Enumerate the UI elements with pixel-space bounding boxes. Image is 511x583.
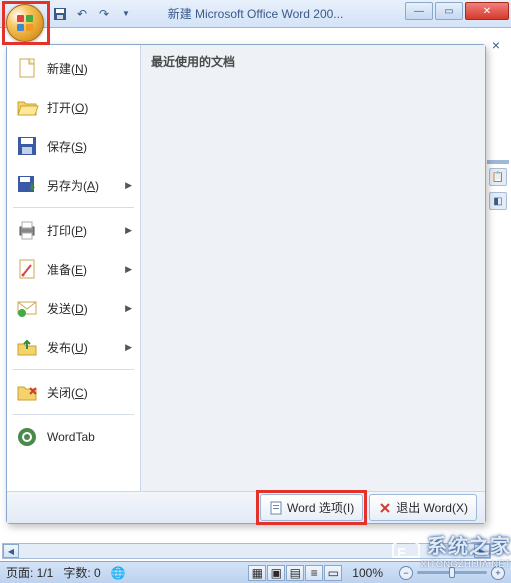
save-icon[interactable] — [52, 6, 68, 22]
save-icon — [15, 134, 39, 158]
panel-icon[interactable]: ◧ — [489, 192, 507, 210]
document-close-icon[interactable]: × — [487, 36, 505, 54]
full-screen-view-icon[interactable]: ▣ — [267, 565, 285, 581]
language-icon[interactable]: 🌐 — [111, 566, 126, 580]
ruler-divider — [487, 160, 509, 164]
menu-item-prepare[interactable]: 准备(E) ▶ — [9, 250, 138, 288]
clipboard-icon[interactable]: 📋 — [489, 168, 507, 186]
close-doc-icon — [15, 380, 39, 404]
scroll-left-icon[interactable]: ◀ — [3, 544, 19, 558]
menu-item-save[interactable]: 保存(S) — [9, 127, 138, 165]
print-icon — [15, 218, 39, 242]
submenu-arrow-icon: ▶ — [125, 342, 132, 353]
menu-separator — [13, 207, 134, 208]
menu-item-wordtab[interactable]: WordTab — [9, 418, 138, 456]
web-layout-view-icon[interactable]: ▤ — [286, 565, 304, 581]
menu-item-send[interactable]: 发送(D) ▶ — [9, 289, 138, 327]
submenu-arrow-icon: ▶ — [125, 303, 132, 314]
outline-view-icon[interactable]: ≡ — [305, 565, 323, 581]
minimize-button[interactable]: — — [405, 2, 433, 20]
print-layout-view-icon[interactable]: ▦ — [248, 565, 266, 581]
status-bar: 页面: 1/1 字数: 0 🌐 ▦ ▣ ▤ ≡ ▭ 100% − + — [0, 561, 511, 583]
menu-separator — [13, 414, 134, 415]
submenu-arrow-icon: ▶ — [125, 225, 132, 236]
qat-dropdown-icon[interactable]: ▼ — [118, 6, 134, 22]
window-title: 新建 Microsoft Office Word 200... — [168, 5, 344, 22]
zoom-slider[interactable]: − + — [399, 566, 505, 580]
prepare-icon — [15, 257, 39, 281]
menu-item-publish[interactable]: 发布(U) ▶ — [9, 328, 138, 366]
menu-item-print[interactable]: 打印(P) ▶ — [9, 211, 138, 249]
close-button[interactable]: ✕ — [465, 2, 509, 20]
undo-icon[interactable]: ↶ — [74, 6, 90, 22]
exit-word-button[interactable]: 退出 Word(X) — [369, 494, 477, 521]
wordtab-icon — [15, 425, 39, 449]
zoom-in-icon[interactable]: + — [491, 566, 505, 580]
zoom-track[interactable] — [417, 571, 487, 574]
word-options-button[interactable]: Word 选项(I) — [260, 494, 363, 521]
office-menu: 新建(N) 打开(O) 保存(S) 另存为(A) ▶ 打印(P) ▶ — [6, 44, 486, 524]
zoom-out-icon[interactable]: − — [399, 566, 413, 580]
menu-item-open[interactable]: 打开(O) — [9, 88, 138, 126]
recent-documents-panel: 最近使用的文档 — [141, 45, 485, 491]
maximize-button[interactable]: ▭ — [435, 2, 463, 20]
side-panel-icons: 📋 ◧ — [489, 168, 507, 210]
horizontal-scrollbar[interactable]: ◀ ▶ — [2, 543, 491, 559]
open-icon — [15, 95, 39, 119]
menu-separator — [13, 369, 134, 370]
recent-documents-header: 最近使用的文档 — [151, 53, 475, 70]
quick-access-toolbar: ↶ ↷ ▼ — [52, 6, 134, 22]
exit-icon — [378, 501, 392, 515]
office-button[interactable] — [6, 4, 44, 42]
menu-item-new[interactable]: 新建(N) — [9, 49, 138, 87]
scroll-right-icon[interactable]: ▶ — [474, 544, 490, 558]
send-icon — [15, 296, 39, 320]
menu-item-save-as[interactable]: 另存为(A) ▶ — [9, 166, 138, 204]
word-count[interactable]: 字数: 0 — [63, 564, 100, 581]
view-buttons: ▦ ▣ ▤ ≡ ▭ — [248, 565, 342, 581]
menu-command-list: 新建(N) 打开(O) 保存(S) 另存为(A) ▶ 打印(P) ▶ — [7, 45, 141, 491]
page-indicator[interactable]: 页面: 1/1 — [6, 564, 53, 581]
new-icon — [15, 56, 39, 80]
zoom-level[interactable]: 100% — [352, 566, 383, 580]
menu-item-close[interactable]: 关闭(C) — [9, 373, 138, 411]
window-controls: — ▭ ✕ — [405, 2, 509, 20]
menu-footer: Word 选项(I) 退出 Word(X) — [7, 491, 485, 523]
draft-view-icon[interactable]: ▭ — [324, 565, 342, 581]
submenu-arrow-icon: ▶ — [125, 264, 132, 275]
redo-icon[interactable]: ↷ — [96, 6, 112, 22]
submenu-arrow-icon: ▶ — [125, 180, 132, 191]
title-bar: ↶ ↷ ▼ 新建 Microsoft Office Word 200... — … — [0, 0, 511, 28]
publish-icon — [15, 335, 39, 359]
save-as-icon — [15, 173, 39, 197]
zoom-thumb[interactable] — [449, 567, 455, 578]
options-icon — [269, 501, 283, 515]
